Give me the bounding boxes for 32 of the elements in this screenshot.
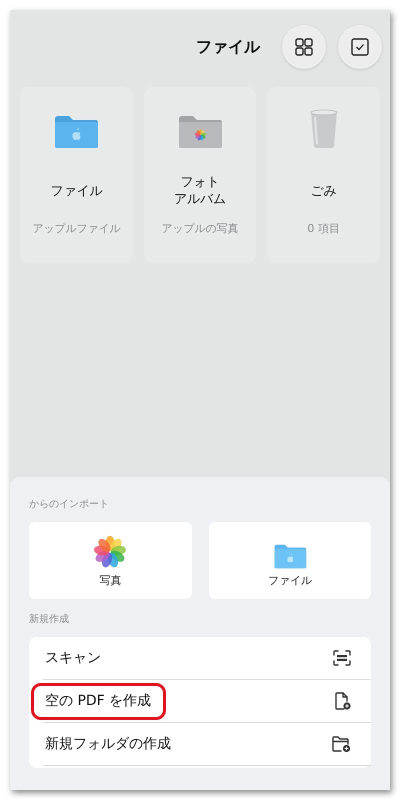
- action-label: スキャン: [44, 648, 102, 668]
- grid-view-button[interactable]: [282, 25, 326, 69]
- location-name: フォト: [180, 174, 220, 191]
- location-name: アルバム: [174, 191, 226, 208]
- grid-icon: [295, 38, 313, 56]
- action-item[interactable]: スキャン: [29, 637, 371, 679]
- folder-plus-icon: [332, 736, 351, 752]
- location-card[interactable]: ごみ 0 項目: [267, 87, 380, 263]
- location-name: ファイル: [50, 182, 102, 200]
- section-label: からのインポート: [29, 498, 110, 512]
- action-label: 空の PDF を作成: [31, 682, 166, 720]
- location-subtitle: アップルの写真: [161, 221, 238, 237]
- location-name: ごみ: [310, 182, 337, 200]
- scan-icon: [333, 650, 351, 666]
- folder-icon: [272, 544, 307, 568]
- screen-title: ファイル: [196, 36, 260, 58]
- location-card[interactable]: ファイル アップルファイル: [20, 87, 133, 263]
- file-plus-icon: [335, 692, 351, 710]
- checkbox-icon: [351, 38, 369, 56]
- flower-icon: [93, 534, 128, 568]
- import-source-tile[interactable]: ファイル: [208, 522, 371, 599]
- action-label: 新規フォルダの作成: [44, 734, 172, 754]
- section-label: 新規作成: [29, 612, 70, 627]
- import-source-tile[interactable]: 写真: [29, 522, 192, 599]
- folder-icon: [176, 115, 223, 149]
- location-subtitle: アップルファイル: [32, 221, 120, 237]
- location-subtitle: 0 項目: [307, 221, 340, 237]
- trash-can-icon: [308, 109, 339, 149]
- location-card[interactable]: フォト アルバム アップルの写真: [144, 87, 256, 263]
- select-button[interactable]: [338, 25, 382, 69]
- action-item[interactable]: 新規フォルダの作成: [29, 723, 371, 765]
- folder-icon: [53, 115, 100, 149]
